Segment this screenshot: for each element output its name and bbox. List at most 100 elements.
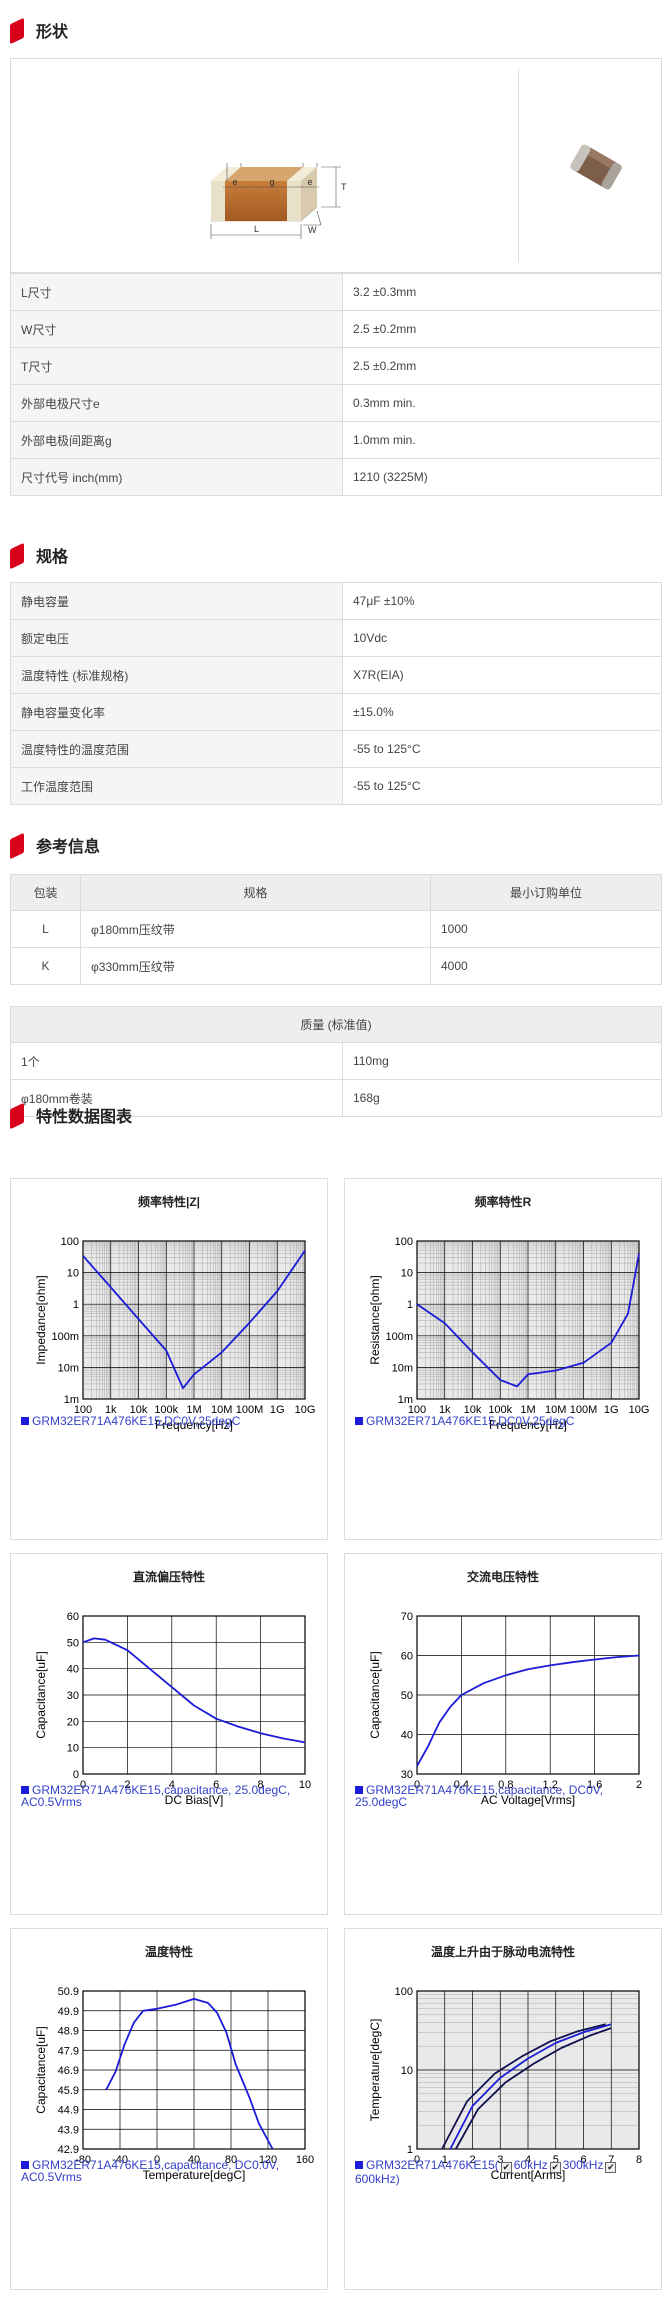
packaging-row: Lφ180mm压纹带 1000 xyxy=(10,910,662,948)
section-title-shape: 形状 xyxy=(10,15,68,45)
section-title-text: 形状 xyxy=(36,24,69,41)
dim-g-label: g xyxy=(269,177,274,187)
y-tick-label: 30 xyxy=(67,1690,79,1702)
y-tick-label: 30 xyxy=(401,1769,413,1781)
packaging-table: 包装 规格 最小订购单位 Lφ180mm压纹带 1000 Kφ330mm压纹带 400… xyxy=(10,874,662,985)
legend-text: GRM32ER71A476KE15( xyxy=(366,2158,499,2172)
section-title-spec: 规格 xyxy=(10,540,68,570)
legend-option-label: 600kHz) xyxy=(355,2172,400,2186)
y-tick-label: 1 xyxy=(407,2144,413,2156)
y-tick-label: 1 xyxy=(407,1299,413,1311)
chart-svg: 100 1k 10k 100k 1M 10M 100M 1G 10G100101100m10m1… xyxy=(34,1236,315,1432)
spec-value: ±15.0% xyxy=(342,693,662,731)
shape-label: 外部电极间距离g xyxy=(10,421,343,459)
chart-card: 温度特性 -80 -40 0 40 80 120 160 50.9 49.9 48.9 47.9 46.… xyxy=(10,1928,328,2290)
section-marker-icon xyxy=(10,19,24,41)
legend-text: GRM32ER71A476KE15,DC0V,25degC xyxy=(366,1414,575,1428)
y-tick-label: 100m xyxy=(51,1331,79,1343)
y-tick-label: 1m xyxy=(64,1394,79,1406)
y-tick-label: 1m xyxy=(398,1394,413,1406)
section-title-text: 规格 xyxy=(36,549,69,566)
spec-value: X7R(EIA) xyxy=(342,656,662,694)
shape-label: 尺寸代号 inch(mm) xyxy=(10,458,343,496)
mass-value: 110mg xyxy=(342,1042,662,1080)
section-marker-icon xyxy=(10,544,24,566)
y-tick-label: 100m xyxy=(385,1331,413,1343)
chart-card: 直流偏压特性 0 2 4 6 8 10 60 50 40 30 20 10 0 DC Bias[V] Capa… xyxy=(10,1553,328,1915)
legend-checkbox[interactable]: ✔ xyxy=(500,2162,512,2173)
y-tick-label: 10 xyxy=(401,2065,413,2077)
y-tick-label: 50 xyxy=(401,1690,413,1702)
packaging-header-code: 包装 xyxy=(10,874,81,911)
spec-label: 静电容量 xyxy=(10,582,343,620)
y-axis-label: Resistance[ohm] xyxy=(368,1275,382,1364)
chart-legend: GRM32ER71A476KE15(✔ 60kHz ✔ 300kHz ✔600kHz) xyxy=(355,2159,653,2185)
shape-table: L尺寸 3.2 ±0.3mm W尺寸 2.5 ±0.2mm T尺寸 2.5 ±0.2mm 外… xyxy=(10,273,662,496)
spec-value: 47μF ±10% xyxy=(342,582,662,620)
chart-legend: GRM32ER71A476KE15,capacitance, 25.0degC,… xyxy=(21,1784,319,1808)
y-tick-label: 49.9 xyxy=(58,2006,79,2018)
y-tick-label: 50.9 xyxy=(58,1986,79,1998)
chart-legend: GRM32ER71A476KE15,DC0V,25degC xyxy=(355,1415,653,1427)
y-tick-label: 40 xyxy=(67,1664,79,1676)
dim-t-label: T xyxy=(341,182,347,192)
packaging-header-spec: 规格 xyxy=(80,874,431,911)
y-axis-label: Capacitance[uF] xyxy=(34,2026,48,2113)
packaging-moq: 1000 xyxy=(430,910,662,948)
y-axis-label: Temperature[degC] xyxy=(368,2019,382,2122)
legend-swatch-icon xyxy=(21,2161,29,2169)
shape-row: W尺寸 2.5 ±0.2mm xyxy=(10,310,662,348)
shape-label: W尺寸 xyxy=(10,310,343,348)
spec-row: 温度特性 (标准规格) X7R(EIA) xyxy=(10,656,662,694)
spec-table: 静电容量 47μF ±10% 额定电压 10Vdc 温度特性 (标准规格) X7R(EIA… xyxy=(10,582,662,805)
mass-header: 质量 (标准值) xyxy=(10,1006,662,1043)
shape-image-panel: e g e T L W xyxy=(10,58,662,273)
shape-value: 1.0mm min. xyxy=(342,421,662,459)
spec-row: 静电容量 47μF ±10% xyxy=(10,582,662,620)
y-tick-label: 10m xyxy=(58,1362,79,1374)
chart-svg: 100 1k 10k 100k 1M 10M 100M 1G 10G100101100m10m1… xyxy=(368,1236,649,1432)
y-tick-label: 10 xyxy=(67,1268,79,1280)
packaging-code: K xyxy=(10,947,81,985)
shape-value: 1210 (3225M) xyxy=(342,458,662,496)
spec-label: 工作温度范围 xyxy=(10,767,343,805)
dim-e1-label: e xyxy=(232,177,237,187)
y-tick-label: 0 xyxy=(73,1769,79,1781)
chart-legend: GRM32ER71A476KE15,capacitance, DC0.0V, A… xyxy=(21,2159,319,2183)
y-tick-label: 100 xyxy=(395,1236,413,1248)
packaging-row: Kφ330mm压纹带 4000 xyxy=(10,947,662,985)
chart-card: 频率特性|Z| 100 1k 10k 100k 1M 10M 100M 1G 10G 100 10 1 1… xyxy=(10,1178,328,1540)
mass-value: 168g xyxy=(342,1079,662,1117)
shape-row: T尺寸 2.5 ±0.2mm xyxy=(10,347,662,385)
legend-option-label: 60kHz xyxy=(513,2158,548,2172)
y-tick-label: 100 xyxy=(61,1236,79,1248)
shape-value: 0.3mm min. xyxy=(342,384,662,422)
shape-row: 外部电极尺寸e 0.3mm min. xyxy=(10,384,662,422)
section-title-charts: 特性数据图表 xyxy=(10,1100,132,1130)
y-tick-label: 70 xyxy=(401,1611,413,1623)
chart-card: 交流电压特性 0 0.4 0.8 1.2 1.6 2 70 60 50 40 30 AC Voltage… xyxy=(344,1553,662,1915)
y-tick-label: 60 xyxy=(401,1651,413,1663)
shape-label: T尺寸 xyxy=(10,347,343,385)
y-tick-label: 43.9 xyxy=(58,2124,79,2136)
dim-w-label: W xyxy=(308,225,317,235)
dimension-diagram: e g e T L W xyxy=(210,163,347,239)
y-tick-label: 50 xyxy=(67,1637,79,1649)
mass-label: 1个 xyxy=(10,1042,343,1080)
dim-e2-label: e xyxy=(307,177,312,187)
packaging-spec: φ330mm压纹带 xyxy=(80,947,431,985)
y-tick-label: 40 xyxy=(401,1730,413,1742)
shape-row: 尺寸代号 inch(mm) 1210 (3225M) xyxy=(10,458,662,496)
y-axis-label: Capacitance[uF] xyxy=(368,1651,382,1738)
legend-option-label: 300kHz xyxy=(562,2158,604,2172)
legend-text: GRM32ER71A476KE15,capacitance, DC0.0V, A… xyxy=(21,2158,280,2184)
y-tick-label: 10 xyxy=(67,1743,79,1755)
legend-checkbox[interactable]: ✔ xyxy=(605,2162,617,2173)
packaging-spec: φ180mm压纹带 xyxy=(80,910,431,948)
y-tick-label: 44.9 xyxy=(58,2105,79,2117)
legend-swatch-icon xyxy=(355,2161,363,2169)
legend-checkbox[interactable]: ✔ xyxy=(549,2162,561,2173)
spec-row: 工作温度范围 -55 to 125°C xyxy=(10,767,662,805)
y-tick-label: 10m xyxy=(392,1362,413,1374)
spec-label: 温度特性 (标准规格) xyxy=(10,656,343,694)
